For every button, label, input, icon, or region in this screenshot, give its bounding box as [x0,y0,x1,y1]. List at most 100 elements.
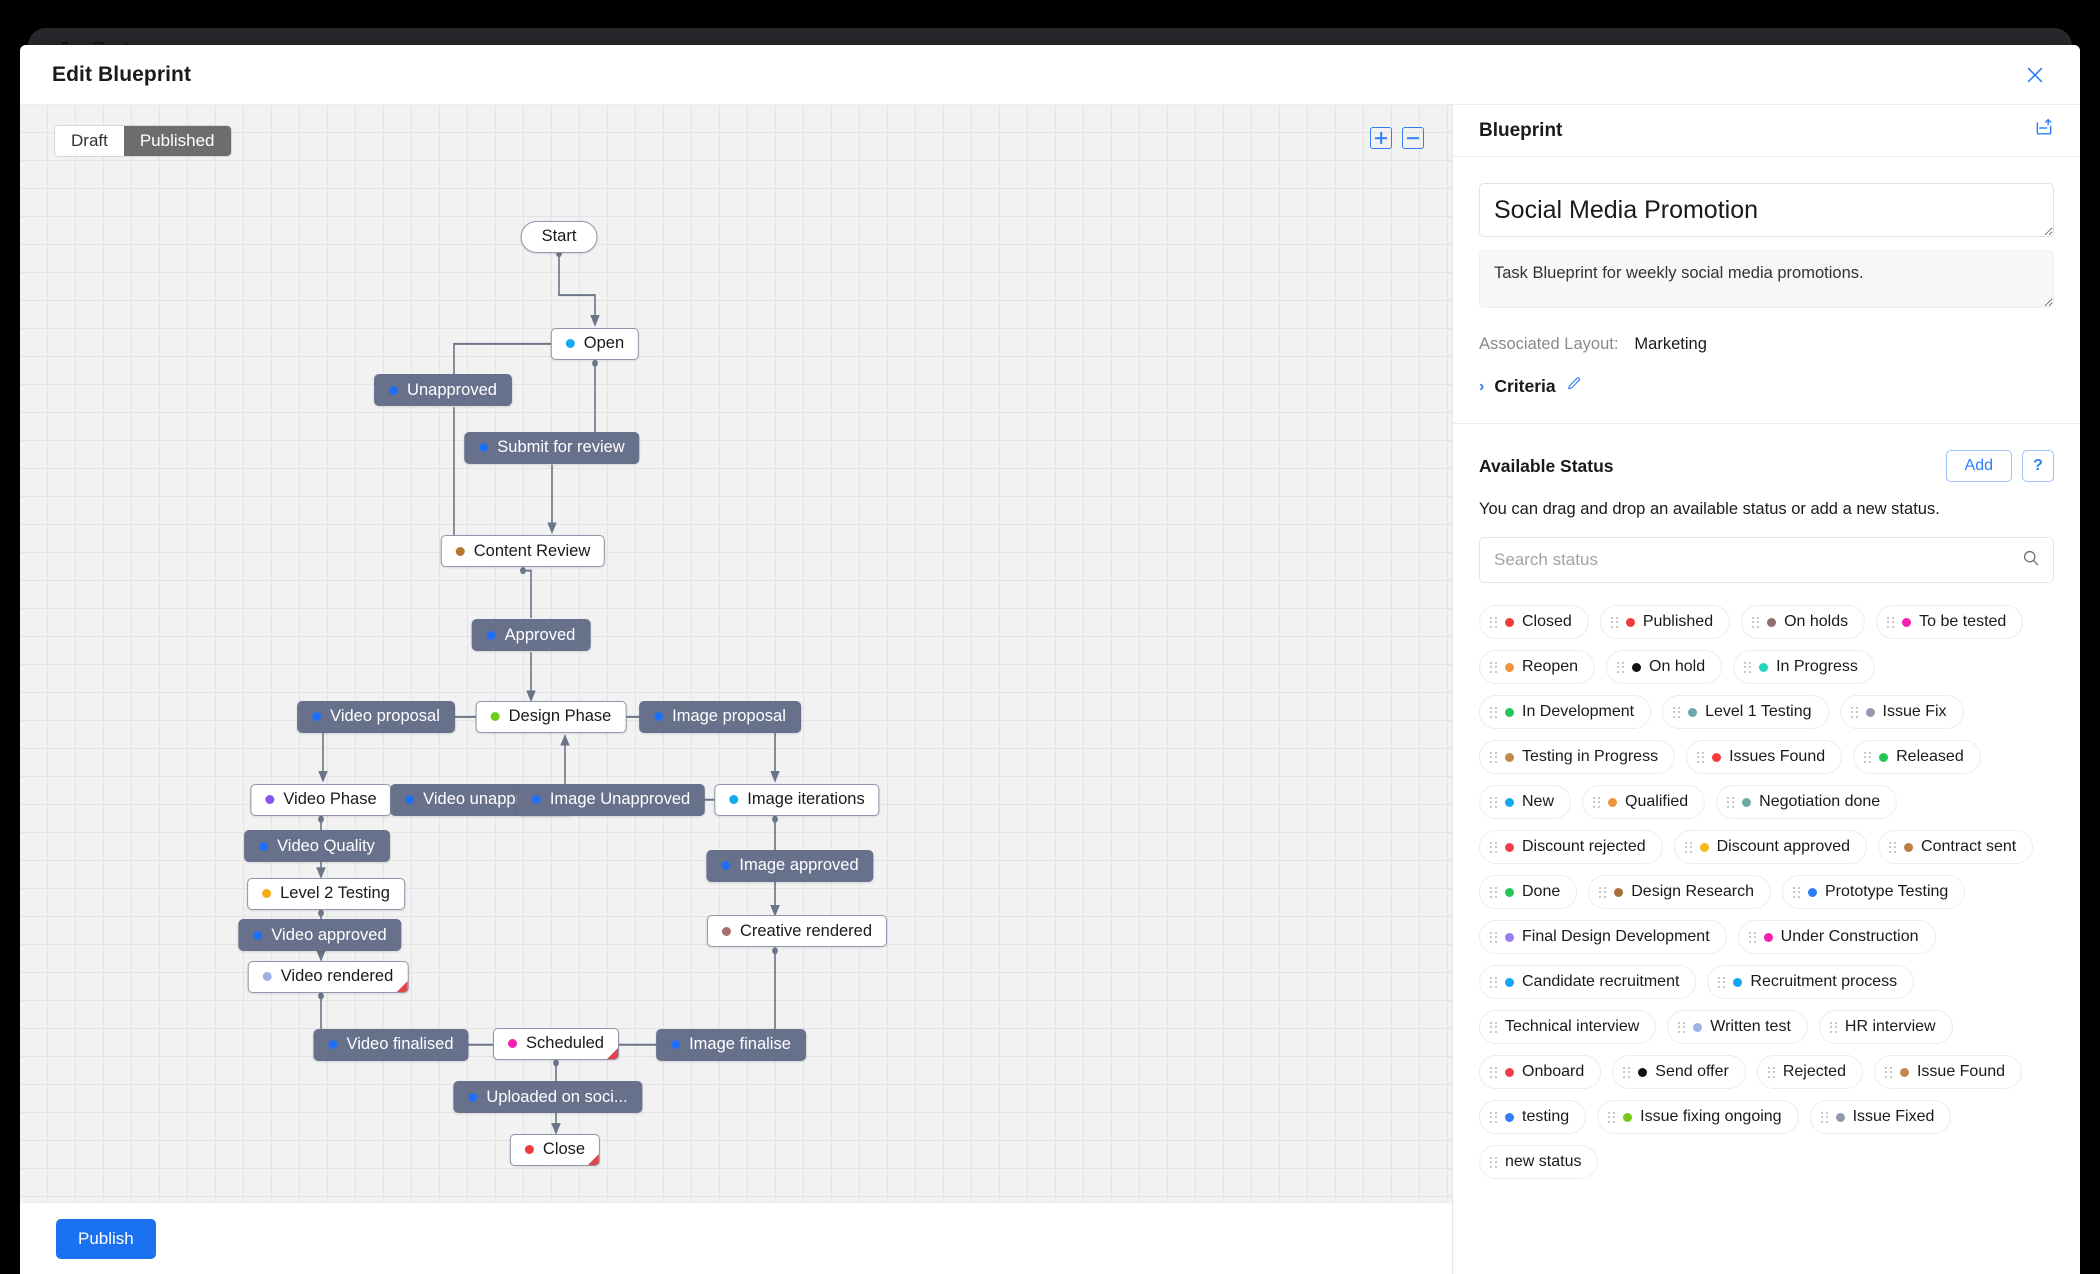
flow-node-approved[interactable]: Approved [471,619,591,652]
save-export-icon[interactable] [2034,118,2054,143]
flow-node-image-finalise[interactable]: Image finalise [656,1028,806,1061]
status-chip[interactable]: On hold [1606,650,1723,684]
drag-handle-icon[interactable] [1617,661,1625,674]
drag-handle-icon[interactable] [1490,841,1497,854]
flow-node-content-review[interactable]: Content Review [440,535,606,568]
publish-button[interactable]: Publish [56,1218,156,1259]
status-chip[interactable]: Candidate recruitment [1479,965,1697,999]
status-chip[interactable]: Issue Found [1873,1055,2023,1089]
drag-handle-icon[interactable] [1599,886,1607,899]
drag-handle-icon[interactable] [1727,796,1735,809]
drag-handle-icon[interactable] [1887,616,1895,629]
status-chip[interactable]: Rejected [1756,1055,1863,1089]
flow-node-submit-review[interactable]: Submit for review [464,431,640,464]
flow-node-image-proposal[interactable]: Image proposal [639,700,801,733]
status-chip[interactable]: Negotiation done [1716,785,1898,819]
status-chip[interactable]: Discount rejected [1479,830,1663,864]
flow-node-design-phase[interactable]: Design Phase [475,700,627,733]
status-chip[interactable]: In Progress [1733,650,1875,684]
status-chip[interactable]: Contract sent [1878,830,2034,864]
drag-handle-icon[interactable] [1490,751,1497,764]
drag-handle-icon[interactable] [1820,1111,1828,1124]
status-chip[interactable]: Send offer [1612,1055,1746,1089]
drag-handle-icon[interactable] [1864,751,1872,764]
status-chip[interactable]: Final Design Development [1479,920,1727,954]
status-chip[interactable]: Recruitment process [1707,965,1915,999]
status-chip[interactable]: Testing in Progress [1479,740,1676,774]
drag-handle-icon[interactable] [1792,886,1800,899]
zoom-in-icon[interactable] [1370,127,1392,149]
drag-handle-icon[interactable] [1684,841,1692,854]
flow-node-close[interactable]: Close [509,1133,601,1166]
status-chip[interactable]: Discount approved [1673,830,1868,864]
zoom-out-icon[interactable] [1402,127,1424,149]
status-chip[interactable]: Issues Found [1686,740,1843,774]
drag-handle-icon[interactable] [1748,931,1756,944]
flow-node-start[interactable]: Start [520,220,598,253]
status-chip[interactable]: On holds [1741,605,1866,639]
status-chip[interactable]: Issue Fixed [1809,1100,1952,1134]
status-chip[interactable]: Issue Fix [1839,695,1964,729]
blueprint-canvas[interactable]: Draft Published Start Open Unapproved Su… [20,105,1452,1202]
add-status-button[interactable]: Add [1945,450,2012,482]
flow-node-level2-testing[interactable]: Level 2 Testing [247,877,405,910]
tab-published[interactable]: Published [123,126,231,156]
drag-handle-icon[interactable] [1673,706,1681,719]
flow-node-unapproved[interactable]: Unapproved [374,374,512,407]
blueprint-name-input[interactable]: Social Media Promotion [1479,183,2054,237]
status-chip[interactable]: In Development [1479,695,1652,729]
drag-handle-icon[interactable] [1490,886,1497,899]
status-chip[interactable]: Qualified [1582,785,1706,819]
drag-handle-icon[interactable] [1490,1111,1497,1124]
drag-handle-icon[interactable] [1744,661,1752,674]
flow-node-video-approved[interactable]: Video approved [238,919,402,952]
status-chip[interactable]: Reopen [1479,650,1596,684]
drag-handle-icon[interactable] [1490,661,1497,674]
drag-handle-icon[interactable] [1490,706,1497,719]
flow-node-creative-rendered[interactable]: Creative rendered [706,915,888,948]
flow-node-image-iterations[interactable]: Image iterations [714,783,880,816]
drag-handle-icon[interactable] [1490,616,1497,629]
flow-node-uploaded-social[interactable]: Uploaded on soci... [453,1081,643,1114]
status-chip[interactable]: New [1479,785,1572,819]
status-chip[interactable]: Done [1479,875,1578,909]
drag-handle-icon[interactable] [1490,976,1497,989]
search-status-input[interactable] [1479,537,2054,583]
status-chip[interactable]: Published [1599,605,1731,639]
status-chip[interactable]: Design Research [1588,875,1771,909]
status-chip[interactable]: Released [1853,740,1981,774]
flow-node-image-approved[interactable]: Image approved [706,849,874,882]
drag-handle-icon[interactable] [1610,616,1618,629]
drag-handle-icon[interactable] [1850,706,1858,719]
status-chip[interactable]: Written test [1667,1010,1808,1044]
drag-handle-icon[interactable] [1767,1066,1775,1079]
drag-handle-icon[interactable] [1884,1066,1892,1079]
pencil-icon[interactable] [1566,376,1582,397]
status-chip[interactable]: To be tested [1876,605,2024,639]
flow-node-video-finalised[interactable]: Video finalised [313,1028,469,1061]
flow-node-video-phase[interactable]: Video Phase [250,783,392,816]
flow-node-video-quality[interactable]: Video Quality [244,830,390,863]
status-chip[interactable]: Prototype Testing [1781,875,1966,909]
status-chip[interactable]: Technical interview [1479,1010,1657,1044]
drag-handle-icon[interactable] [1718,976,1726,989]
drag-handle-icon[interactable] [1490,1066,1497,1079]
draft-published-toggle[interactable]: Draft Published [54,125,232,157]
drag-handle-icon[interactable] [1490,1021,1497,1034]
drag-handle-icon[interactable] [1608,1111,1616,1124]
status-chip[interactable]: Closed [1479,605,1589,639]
drag-handle-icon[interactable] [1490,931,1497,944]
drag-handle-icon[interactable] [1593,796,1601,809]
flow-node-open[interactable]: Open [550,327,640,360]
status-chip[interactable]: Onboard [1479,1055,1602,1089]
drag-handle-icon[interactable] [1697,751,1705,764]
drag-handle-icon[interactable] [1829,1021,1837,1034]
drag-handle-icon[interactable] [1490,796,1497,809]
flow-node-video-rendered[interactable]: Video rendered [247,960,409,993]
status-chip[interactable]: Under Construction [1737,920,1936,954]
tab-draft[interactable]: Draft [55,126,124,156]
drag-handle-icon[interactable] [1623,1066,1631,1079]
panel-content[interactable]: Social Media Promotion Task Blueprint fo… [1453,157,2080,1274]
status-chip[interactable]: testing [1479,1100,1587,1134]
close-icon[interactable] [2018,58,2052,92]
